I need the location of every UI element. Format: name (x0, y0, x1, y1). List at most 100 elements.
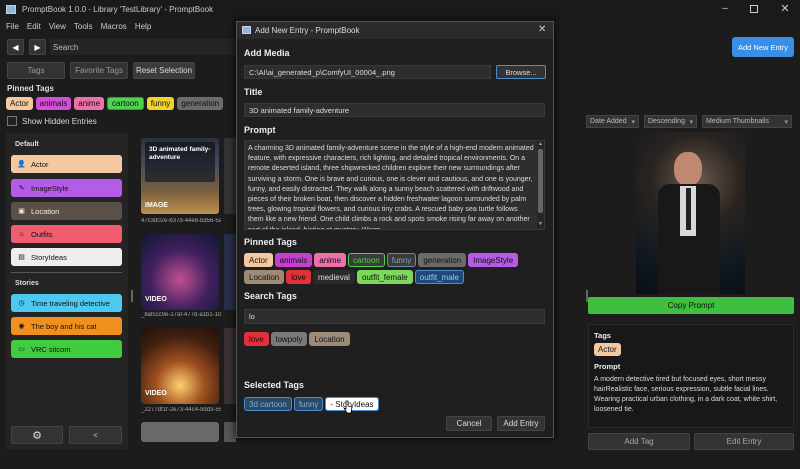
dialog-pinned-tag[interactable]: Actor (244, 253, 273, 267)
thumbnail-card[interactable]: 3D animated family-adventure IMAGE (141, 138, 219, 214)
pinned-tag[interactable]: cartoon (107, 97, 144, 110)
person-icon: 👤 (17, 161, 26, 168)
pinned-tag[interactable]: generation (177, 97, 224, 110)
settings-button[interactable]: ⚙ (11, 426, 63, 444)
thumbnail-caption: _8afccc9e-17af-477d-a1b1-10 (141, 312, 221, 318)
sidebar-item-location[interactable]: ▣ Location (11, 202, 122, 220)
cat-icon: ◉ (18, 323, 25, 330)
dialog-pinned-tags: Actor animals anime cartoon funny generation I… (244, 253, 544, 287)
dialog-pinned-tag[interactable]: outfit_male (414, 270, 464, 284)
copy-prompt-button[interactable]: Copy Prompt (588, 297, 794, 314)
add-new-entry-button[interactable]: Add New Entry (732, 37, 794, 57)
sidebar-item-imagestyle[interactable]: ✎ ImageStyle (11, 179, 122, 197)
dialog-pinned-tag[interactable]: funny (386, 253, 417, 267)
dialog-pinned-tag[interactable]: cartoon (348, 253, 385, 267)
title-field[interactable]: 3D animated family-adventure (244, 103, 545, 117)
dialog-close-icon[interactable]: ✕ (538, 24, 546, 35)
sidebar-divider (11, 272, 122, 273)
menu-view[interactable]: View (49, 22, 66, 31)
add-entry-button[interactable]: Add Entry (497, 416, 545, 431)
dialog-pinned-tag[interactable]: medieval (312, 270, 355, 284)
thumbnail-partial[interactable] (224, 138, 236, 214)
dialog-pinned-tag[interactable]: love (286, 270, 311, 284)
thumbnail-partial[interactable] (224, 328, 236, 404)
dialog-pinned-tag[interactable]: Location (244, 270, 285, 284)
minimize-icon[interactable]: – (718, 3, 732, 15)
tab-favorite-tags[interactable]: Favorite Tags (70, 62, 128, 79)
menu-edit[interactable]: Edit (27, 22, 41, 31)
default-section-label: Default (15, 141, 39, 148)
add-media-heading: Add Media (244, 48, 290, 58)
forward-button[interactable]: ▶ (29, 39, 46, 55)
browse-button[interactable]: Browse... (496, 65, 546, 79)
file-path-field[interactable]: C:\AI\ai_generated_p\ComfyUI_00004_.png (244, 65, 491, 79)
search-results: love lowpoly Location (244, 332, 544, 349)
sidebar-item-boy-and-cat[interactable]: ◉ The boy and his cat (11, 317, 122, 335)
thumbnail-card[interactable]: VIDEO (141, 234, 219, 310)
search-result-tag[interactable]: lowpoly (270, 332, 308, 346)
add-entry-dialog: Add New Entry - PromptBook ✕ Add Media C… (236, 21, 554, 438)
prompt-textarea[interactable]: A charming 3D animated family-adventure … (244, 140, 545, 230)
pinned-tags-heading: Pinned Tags (244, 237, 297, 247)
selected-tags-heading: Selected Tags (244, 380, 304, 390)
edit-entry-button[interactable]: Edit Entry (694, 433, 794, 450)
sidebar-item-storyideas[interactable]: ▤ StoryIdeas (11, 248, 122, 266)
maximize-icon[interactable] (750, 5, 758, 13)
scroll-down-icon[interactable]: ▼ (538, 221, 543, 227)
splitter-handle[interactable] (131, 290, 133, 302)
menu-help[interactable]: Help (135, 22, 151, 31)
app-icon (6, 5, 16, 14)
thumbnail-size-select[interactable]: Medium Thumbnails (702, 115, 792, 128)
scrollbar-thumb[interactable] (538, 149, 543, 213)
search-input[interactable]: Search (50, 39, 240, 55)
tab-tags[interactable]: Tags (7, 62, 65, 79)
show-hidden-checkbox[interactable] (7, 116, 17, 126)
dialog-pinned-tag[interactable]: anime (314, 253, 347, 267)
back-button[interactable]: ◀ (7, 39, 24, 55)
dialog-pinned-tag[interactable]: animals (274, 253, 313, 267)
title-bar: PromptBook 1.0.0 - Library 'TestLibrary'… (0, 0, 800, 19)
prompt-scrollbar[interactable]: ▲ ▼ (537, 141, 544, 229)
thumbnail-card[interactable] (141, 422, 219, 442)
search-result-tag[interactable]: Location (309, 332, 350, 346)
prompt-text: A charming 3D animated family-adventure … (248, 145, 534, 229)
thumbnail-caption: _2277df1f-2e73-44c4-9dd3-55 (141, 407, 221, 413)
search-result-tag[interactable]: love (244, 332, 269, 346)
menu-macros[interactable]: Macros (101, 22, 127, 31)
sidebar-item-vrc-sitcom[interactable]: ▭ VRC sitcom (11, 340, 122, 358)
tv-icon: ▭ (18, 346, 25, 353)
cancel-button[interactable]: Cancel (446, 416, 492, 431)
dialog-pinned-tag[interactable]: ImageStyle (468, 253, 519, 267)
sidebar-item-outfits[interactable]: ⌂ Outfits (11, 225, 122, 243)
add-tag-button[interactable]: Add Tag (588, 433, 690, 450)
collapse-sidebar-button[interactable]: < (69, 426, 122, 444)
close-icon[interactable]: ✕ (778, 2, 792, 15)
pinned-tag[interactable]: Actor (6, 97, 33, 110)
thumbnail-partial[interactable] (224, 234, 236, 310)
sort-order-select[interactable]: Descending (644, 115, 697, 128)
pinned-tag[interactable]: anime (74, 97, 105, 110)
selected-tag[interactable]: funny (293, 397, 324, 411)
dialog-pinned-tag[interactable]: outfit_female (356, 270, 413, 284)
selected-tag[interactable]: 3d cartoon (244, 397, 292, 411)
entry-tag[interactable]: Actor (594, 343, 621, 356)
entry-prompt-label: Prompt (594, 362, 621, 371)
search-tags-input[interactable]: lo (244, 309, 545, 324)
sidebar-item-label: Outfits (31, 229, 53, 239)
dialog-app-icon (242, 26, 251, 34)
pinned-tag[interactable]: animals (35, 97, 72, 110)
sort-by-select[interactable]: Date Added (586, 115, 639, 128)
sidebar-item-actor[interactable]: 👤 Actor (11, 155, 122, 173)
thumbnail-partial[interactable] (224, 422, 236, 442)
brush-icon: ✎ (18, 185, 25, 192)
title-heading: Title (244, 87, 263, 97)
scroll-up-icon[interactable]: ▲ (538, 141, 543, 147)
pinned-tag[interactable]: funny (146, 97, 175, 110)
reset-selection-button[interactable]: Reset Selection (133, 62, 195, 79)
menu-tools[interactable]: Tools (74, 22, 93, 31)
dialog-pinned-tag[interactable]: generation (418, 253, 467, 267)
menu-file[interactable]: File (6, 22, 19, 31)
thumbnail-card[interactable]: VIDEO (141, 328, 219, 404)
sidebar-item-time-traveling-detective[interactable]: ◷ Time traveling detective (11, 294, 122, 312)
show-hidden-label: Show Hidden Entries (22, 117, 97, 126)
